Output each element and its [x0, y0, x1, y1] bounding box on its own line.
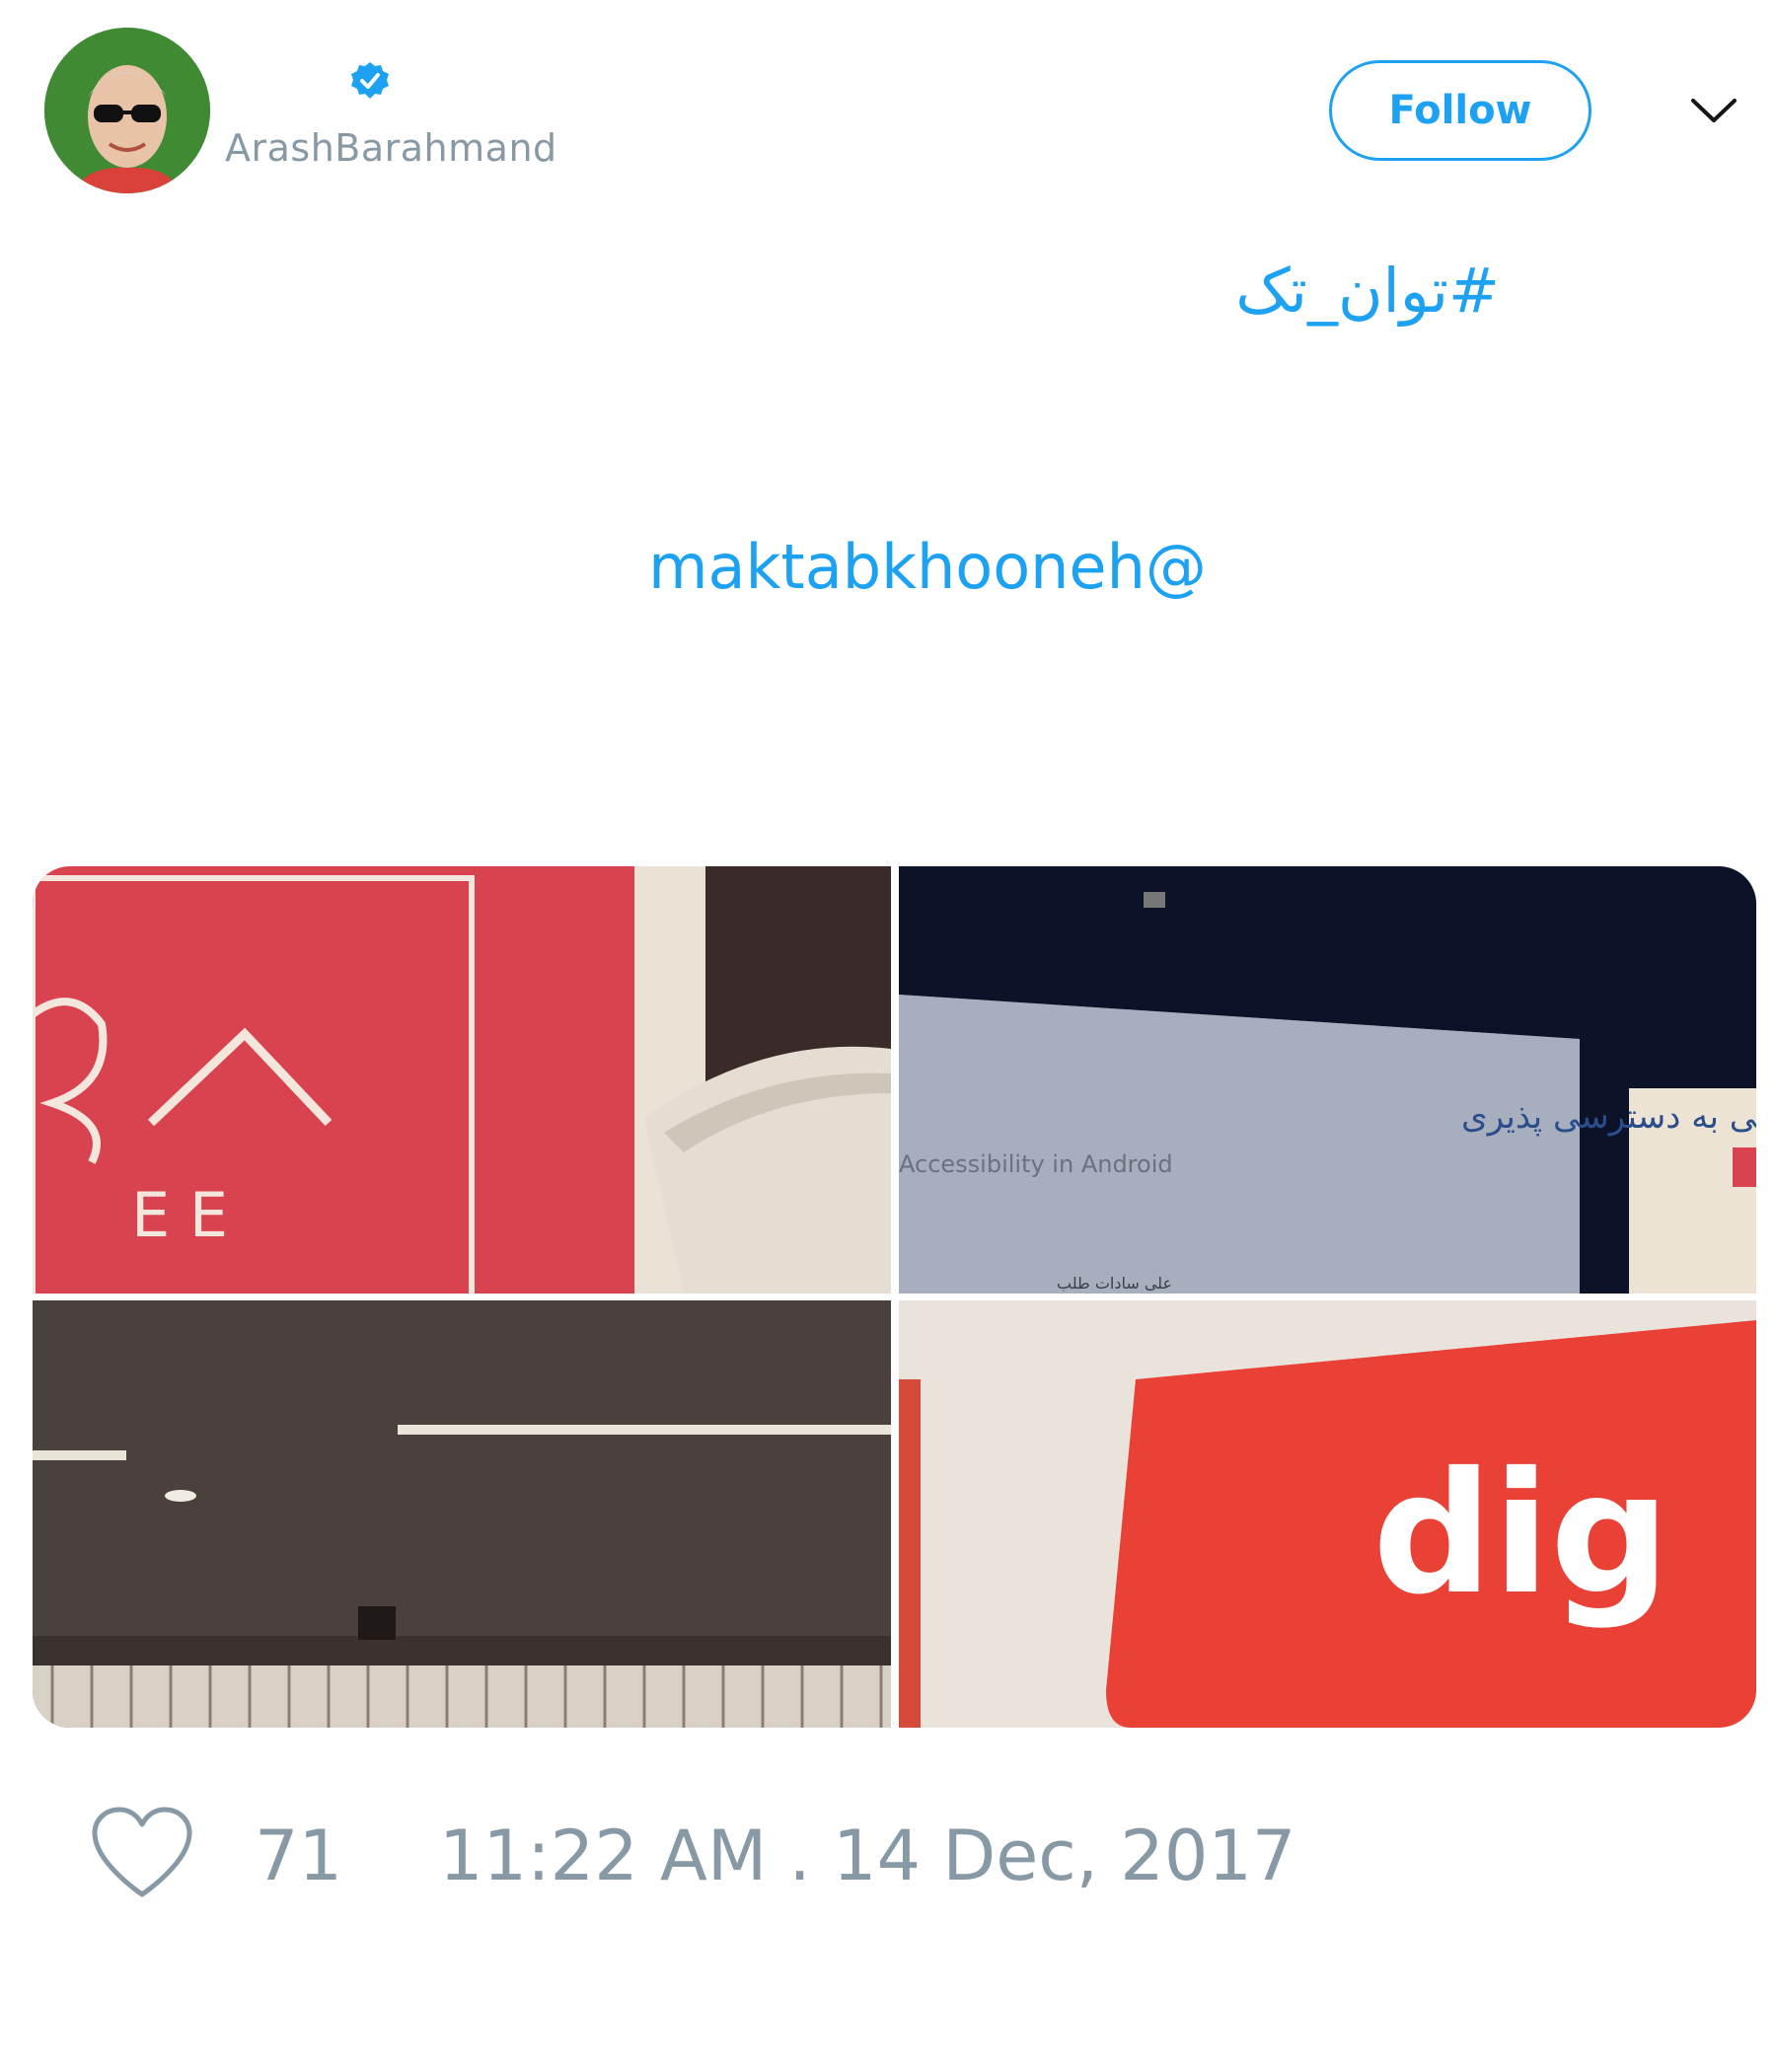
- chevron-down-icon[interactable]: [1689, 89, 1739, 128]
- follow-button[interactable]: Follow: [1329, 60, 1591, 161]
- media-photo-4[interactable]: dig: [899, 1300, 1756, 1728]
- avatar-photo: [44, 28, 210, 193]
- media-photo-3[interactable]: [33, 1300, 891, 1728]
- like-heart-icon[interactable]: [89, 1806, 195, 1900]
- hashtag-link[interactable]: #توان_تک: [1085, 255, 1500, 327]
- media-grid: E E نگاهی به دسترسی پذیری Accessibility …: [33, 866, 1756, 1728]
- tile1-text: E E: [131, 1179, 228, 1251]
- tile2-line1: نگاهی به دسترسی پذیری: [1461, 1097, 1756, 1137]
- media-photo-1[interactable]: E E: [33, 866, 891, 1294]
- tile4-text: dig: [1372, 1437, 1670, 1632]
- verified-badge-icon: [350, 61, 390, 101]
- username[interactable]: ArashBarahmand: [225, 126, 557, 170]
- media-photo-2[interactable]: نگاهی به دسترسی پذیری Accessibility in A…: [899, 866, 1756, 1294]
- mention-link[interactable]: maktabkhooneh@: [533, 531, 1322, 603]
- tile2-line3: علی سادات طلب: [1057, 1274, 1172, 1293]
- avatar[interactable]: [44, 28, 210, 193]
- like-count: 71: [255, 1815, 343, 1896]
- tweet-timestamp[interactable]: 11:22 AM . 14 Dec, 2017: [439, 1815, 1295, 1896]
- tile2-line2: Accessibility in Android: [899, 1150, 1173, 1178]
